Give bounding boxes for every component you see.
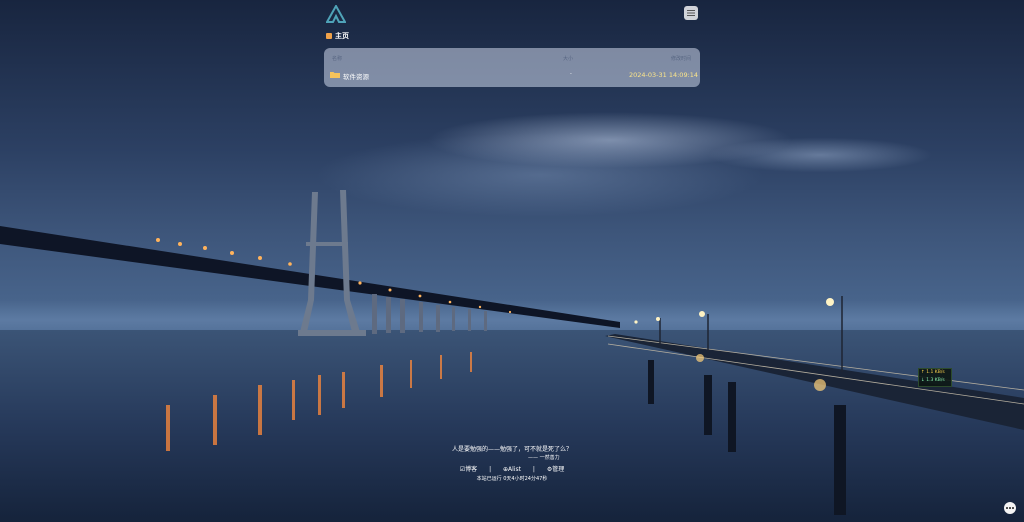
footer-links: ☑博客 | ⊕Alist | ⚙管理 xyxy=(0,464,1024,473)
footer-quote-author: —— 一然善力 xyxy=(528,455,560,461)
list-menu-icon xyxy=(687,10,695,16)
link-separator: | xyxy=(489,466,492,473)
folder-icon xyxy=(330,72,340,78)
link-separator: | xyxy=(532,466,535,473)
alist-link[interactable]: ⊕Alist xyxy=(503,466,521,473)
column-name-header[interactable]: 名称 xyxy=(332,55,342,62)
list-menu-button[interactable] xyxy=(684,6,698,20)
file-list-header: 名称 大小 修改时间 xyxy=(324,55,700,63)
net-speed-widget: ↑ 1.1 KB/s ↓ 1.3 KB/s xyxy=(918,368,952,387)
column-modified-header[interactable]: 修改时间 xyxy=(671,55,691,62)
file-size: - xyxy=(570,71,572,77)
more-dots-icon xyxy=(1006,507,1009,509)
column-size-header[interactable]: 大小 xyxy=(563,55,573,62)
breadcrumb-home-label[interactable]: 主页 xyxy=(335,31,349,41)
upload-speed: ↑ 1.1 KB/s xyxy=(921,370,945,375)
breadcrumb[interactable]: 主页 xyxy=(326,31,349,41)
more-options-button[interactable] xyxy=(1004,502,1016,514)
blog-link[interactable]: ☑博客 xyxy=(460,466,477,473)
file-list-panel: 名称 大小 修改时间 xyxy=(324,48,700,87)
manage-link[interactable]: ⚙管理 xyxy=(547,466,564,473)
site-uptime: 本站已运行 0天4小时24分47秒 xyxy=(476,476,548,482)
footer-quote: 人是要勉强的——勉强了，可不就是死了么？ xyxy=(451,446,572,453)
file-modified-time: 2024-03-31 14:09:14 xyxy=(629,71,699,79)
download-speed: ↓ 1.3 KB/s xyxy=(921,378,945,383)
file-row[interactable] xyxy=(2,66,374,82)
alist-logo-icon[interactable] xyxy=(326,5,346,23)
file-name[interactable]: 软件资源 xyxy=(343,71,369,81)
home-icon xyxy=(326,33,332,39)
